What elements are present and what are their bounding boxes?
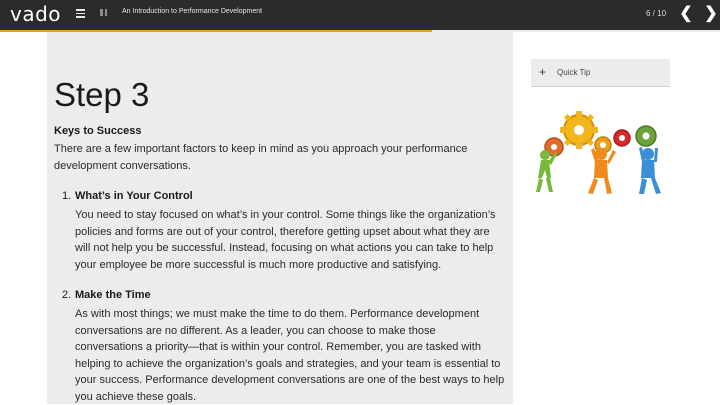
lesson-content-panel: Step 3 Keys to Success There are a few i… — [47, 32, 513, 404]
menu-icon[interactable] — [76, 9, 85, 18]
blue-figure — [639, 147, 661, 194]
orange-figure — [588, 148, 616, 194]
quick-tip-label: Quick Tip — [557, 68, 591, 77]
vado-logo: vado — [10, 2, 62, 26]
pause-icon[interactable] — [100, 9, 107, 16]
list-item-number: 2. — [62, 289, 72, 301]
gear-icon — [613, 129, 631, 147]
plus-icon: + — [539, 65, 547, 79]
list-item-heading: What’s in Your Control — [75, 190, 193, 202]
intro-paragraph: There are a few important factors to kee… — [54, 143, 468, 172]
previous-page-button[interactable]: ❮ — [677, 5, 695, 23]
next-page-button[interactable]: ❯ — [702, 5, 720, 23]
gear-icon — [560, 111, 598, 149]
quick-tip-button[interactable]: + Quick Tip — [531, 59, 670, 87]
gear-icon — [635, 125, 657, 147]
list-item-body: As with most things; we must make the ti… — [75, 308, 505, 403]
people-gears-illustration — [536, 111, 661, 194]
green-figure — [536, 150, 557, 192]
top-bar: vado An Introduction to Performance Deve… — [0, 0, 720, 30]
course-title: An Introduction to Performance Developme… — [122, 8, 263, 15]
list-item-body: You need to stay focused on what’s in yo… — [75, 209, 496, 271]
list-item-heading: Make the Time — [75, 289, 151, 301]
section-heading: Keys to Success — [54, 125, 142, 137]
page-counter: 6 / 10 — [646, 9, 667, 18]
list-item-number: 1. — [62, 190, 72, 202]
page-title: Step 3 — [54, 76, 150, 113]
